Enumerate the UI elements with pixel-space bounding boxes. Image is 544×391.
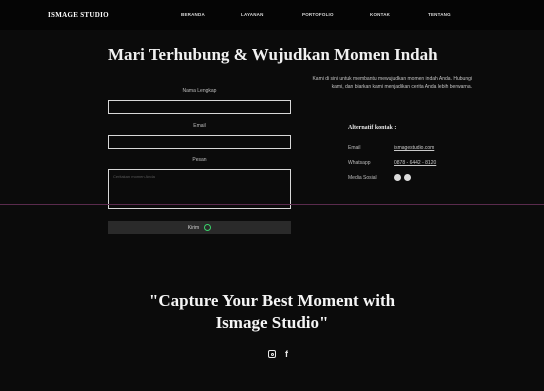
submit-button[interactable]: Kirim <box>108 221 291 234</box>
nav-layanan[interactable]: LAYANAN <box>241 12 264 17</box>
email-input[interactable] <box>108 135 291 149</box>
footer-social: f <box>268 350 288 359</box>
nav-portofolio[interactable]: PORTOFOLIO <box>302 12 334 17</box>
email-label: Email <box>193 123 206 129</box>
name-label: Nama Lengkap <box>182 88 217 94</box>
nav-tentang[interactable]: TENTANG <box>428 12 451 17</box>
whatsapp-icon <box>204 224 212 231</box>
brand-logo[interactable]: ISMAGE STUDIO <box>48 11 109 19</box>
facebook-icon[interactable] <box>404 174 411 181</box>
message-label: Pesan <box>192 157 207 163</box>
message-placeholder: Ceritakan momen Anda <box>113 174 155 179</box>
intro-text: Kami di sini untuk membantu mewujudkan m… <box>312 76 472 90</box>
top-navbar: ISMAGE STUDIO BERANDA LAYANAN PORTOFOLIO… <box>0 0 544 30</box>
message-textarea[interactable]: Ceritakan momen Anda <box>108 169 291 209</box>
divider-line <box>0 204 544 205</box>
alt-whatsapp-link[interactable]: 0878 - 6442 - 8120 <box>394 160 436 166</box>
submit-label: Kirim <box>187 224 200 231</box>
alt-email-label: Email <box>348 145 361 151</box>
alt-social-label: Media Sosial <box>348 175 377 181</box>
name-input[interactable] <box>108 100 291 114</box>
instagram-icon[interactable] <box>394 174 401 181</box>
nav-beranda[interactable]: BERANDA <box>181 12 205 17</box>
page-title: Mari Terhubung & Wujudkan Momen Indah <box>108 45 438 64</box>
alt-contact-title: Alternatif kontak : <box>348 125 397 131</box>
tagline: "Capture Your Best Moment with Ismage St… <box>148 291 396 332</box>
alt-whatsapp-label: Whatsapp <box>348 160 371 166</box>
nav-kontak[interactable]: KONTAK <box>370 12 390 17</box>
alt-email-link[interactable]: ismagestudio.com <box>394 145 434 151</box>
facebook-icon[interactable]: f <box>285 350 288 359</box>
instagram-icon[interactable] <box>268 350 276 358</box>
